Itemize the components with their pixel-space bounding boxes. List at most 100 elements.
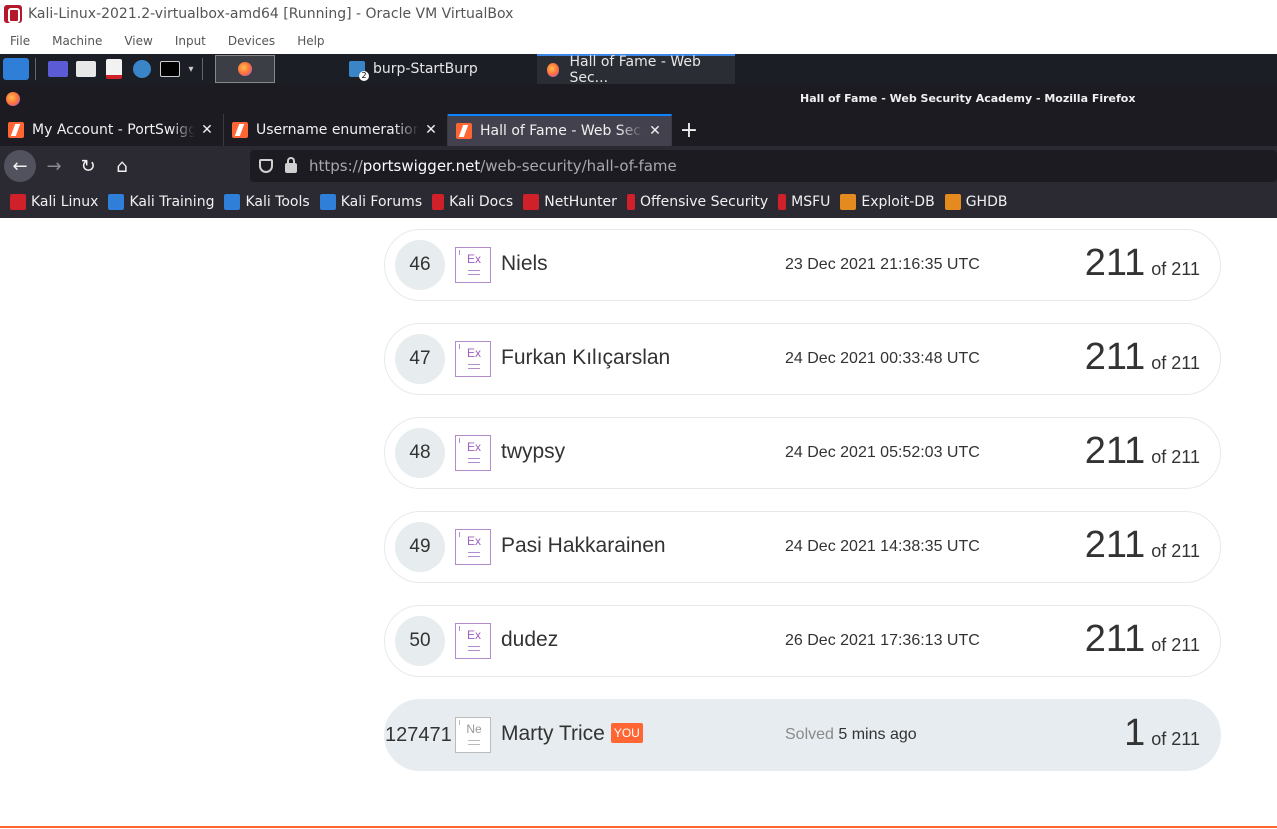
bookmark-label: NetHunter — [544, 194, 617, 210]
leaderboard-row: 48 Ex twypsy 24 Dec 2021 05:52:03 UTC 21… — [384, 417, 1221, 489]
tab-username-enumeration[interactable]: Username enumeration via ✕ — [224, 114, 448, 146]
score-total: of 211 — [1151, 635, 1200, 655]
firefox-icon — [238, 62, 252, 76]
bookmark-msfu[interactable]: MSFU — [778, 194, 830, 210]
bookmark-kali-linux[interactable]: Kali Linux — [10, 194, 98, 210]
desktop-icon[interactable] — [46, 59, 70, 79]
lock-icon[interactable] — [285, 157, 297, 173]
user-name: Furkan Kılıçarslan — [501, 346, 671, 369]
bookmark-exploit-db[interactable]: Exploit-DB — [840, 194, 935, 210]
footer-accent-line — [0, 826, 1277, 828]
new-tab-button[interactable]: + — [672, 114, 706, 146]
url-text[interactable]: https://portswigger.net/web-security/hal… — [309, 157, 677, 175]
badge-symbol: Ex — [466, 628, 481, 642]
menu-file[interactable]: File — [10, 34, 30, 48]
bookmark-offensive-security[interactable]: Offensive Security — [626, 194, 769, 210]
chevron-down-icon[interactable]: ▾ — [186, 59, 196, 79]
menu-input[interactable]: Input — [175, 34, 206, 48]
back-button[interactable]: ← — [4, 150, 36, 182]
bookmark-kali-forums[interactable]: Kali Forums — [319, 194, 422, 210]
url-path: /web-security/hall-of-fame — [480, 157, 677, 175]
badge-lines — [468, 270, 480, 275]
portswigger-icon — [456, 123, 472, 139]
close-icon[interactable]: ✕ — [199, 122, 215, 138]
panel-separator — [202, 58, 203, 80]
text-editor-icon[interactable] — [102, 59, 126, 79]
tab-label: Hall of Fame - Web Security — [480, 123, 643, 139]
bookmark-kali-docs[interactable]: Kali Docs — [432, 194, 513, 210]
burp-icon — [349, 61, 369, 81]
vbox-menu-bar: File Machine View Input Devices Help — [0, 28, 1277, 54]
user-name-text: Marty Trice — [501, 722, 605, 745]
firefox-window-title: Hall of Fame - Web Security Academy - Mo… — [800, 92, 1136, 105]
url-bar[interactable]: https://portswigger.net/web-security/hal… — [250, 150, 1277, 182]
score-value: 211 — [1084, 336, 1146, 378]
rank-circle: 46 — [395, 240, 445, 290]
portswigger-icon — [8, 122, 24, 138]
menu-help[interactable]: Help — [297, 34, 324, 48]
badge-symbol: Ex — [466, 534, 481, 548]
score-value: 211 — [1084, 524, 1146, 566]
rank-circle: 49 — [395, 522, 445, 572]
tab-hall-of-fame[interactable]: Hall of Fame - Web Security ✕ — [448, 114, 672, 146]
rank-circle: 50 — [395, 616, 445, 666]
kali-docs-icon — [432, 194, 445, 210]
expert-badge-icon: Ex — [455, 341, 491, 377]
badge-symbol: Ex — [466, 440, 481, 454]
bookmark-label: Kali Linux — [31, 194, 99, 210]
exploitdb-icon — [840, 194, 857, 210]
solved-date: 24 Dec 2021 00:33:48 UTC — [785, 350, 980, 367]
close-icon[interactable]: ✕ — [423, 122, 439, 138]
bookmark-kali-training[interactable]: Kali Training — [108, 194, 214, 210]
msfu-icon — [778, 194, 787, 210]
navigation-bar: ← → ↻ ⌂ https://portswigger.net/web-secu… — [0, 146, 1277, 186]
score: 211 of 211 — [1085, 618, 1200, 661]
kali-icon — [10, 194, 26, 210]
url-host: portswigger.net — [362, 157, 481, 175]
menu-devices[interactable]: Devices — [228, 34, 275, 48]
menu-machine[interactable]: Machine — [52, 34, 102, 48]
rank-number: 127471 — [385, 723, 452, 746]
kali-menu-icon[interactable] — [3, 58, 29, 80]
expert-badge-icon: Ex — [455, 623, 491, 659]
solved-date: 26 Dec 2021 17:36:13 UTC — [785, 632, 980, 649]
user-name: Niels — [501, 252, 548, 275]
taskbar-firefox[interactable]: Hall of Fame - Web Sec... — [537, 54, 735, 86]
taskbar-burp[interactable]: burp-StartBurp — [339, 54, 537, 84]
solved-date: 23 Dec 2021 21:16:35 UTC — [785, 256, 980, 273]
score-total: of 211 — [1151, 541, 1200, 561]
kali-training-icon — [108, 194, 125, 210]
you-badge: YOU — [610, 723, 643, 743]
novice-badge-icon: Ne — [455, 717, 491, 753]
home-button[interactable]: ⌂ — [106, 150, 138, 182]
solved-date: 24 Dec 2021 05:52:03 UTC — [785, 444, 980, 461]
bookmark-label: Offensive Security — [639, 194, 769, 210]
bookmark-kali-tools[interactable]: Kali Tools — [224, 194, 310, 210]
badge-symbol: Ne — [466, 722, 482, 736]
firefox-icon — [547, 63, 560, 77]
badge-lines — [468, 458, 480, 463]
bookmark-label: GHDB — [965, 194, 1008, 210]
rank-circle: 48 — [395, 428, 445, 478]
vbox-title-bar: Kali-Linux-2021.2-virtualbox-amd64 [Runn… — [0, 0, 1277, 28]
score-total: of 211 — [1151, 447, 1200, 467]
expert-badge-icon: Ex — [455, 529, 491, 565]
bookmark-label: Kali Training — [129, 194, 215, 210]
browser-icon[interactable] — [130, 59, 154, 79]
tab-my-account[interactable]: My Account - PortSwigger ✕ — [0, 114, 224, 146]
score-value: 211 — [1084, 618, 1146, 660]
terminal-icon[interactable] — [158, 59, 182, 79]
vbox-window-title: Kali-Linux-2021.2-virtualbox-amd64 [Runn… — [28, 6, 514, 22]
reload-button[interactable]: ↻ — [72, 150, 104, 182]
menu-view[interactable]: View — [124, 34, 152, 48]
score: 1 of 211 — [1124, 712, 1200, 755]
close-icon[interactable]: ✕ — [647, 123, 663, 139]
tracking-shield-icon[interactable] — [259, 159, 273, 173]
forward-button[interactable]: → — [38, 150, 70, 182]
workspace-firefox-button[interactable] — [215, 55, 275, 83]
file-manager-icon[interactable] — [74, 59, 98, 79]
taskbar-firefox-label: Hall of Fame - Web Sec... — [569, 54, 701, 86]
firefox-title-bar: Hall of Fame - Web Security Academy - Mo… — [0, 84, 1277, 114]
bookmark-nethunter[interactable]: NetHunter — [523, 194, 617, 210]
bookmark-ghdb[interactable]: GHDB — [944, 194, 1008, 210]
